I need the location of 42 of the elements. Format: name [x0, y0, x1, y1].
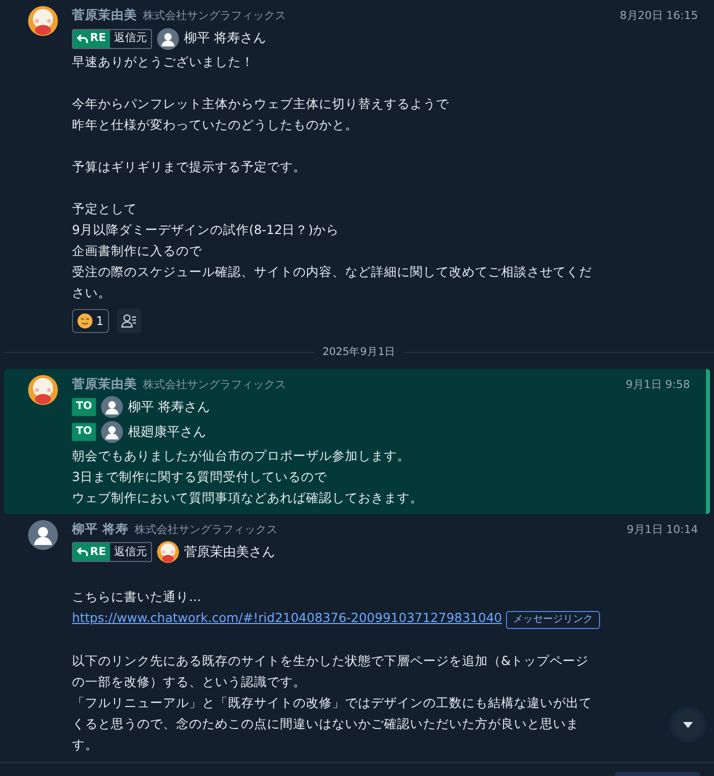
message-text: 予定として 9月以降ダミーデザインの試作(8-12日？)から 企画書制作に入るので 受注の際のスケジュール確認、サイトの内容、など詳細に関して改めてご相談させてくだ さい。 — [72, 200, 592, 302]
message-text: 朝会でもありましたが仙台市のプロポーザル参加します。 3日まで制作に関する質問受付しているので ウェブ制作において質問事項などあれば確認しておきます。 — [72, 446, 423, 507]
avatar-icon — [101, 421, 124, 444]
smiley-icon — [77, 313, 93, 329]
reply-tag[interactable]: RE 返信元 — [72, 542, 152, 562]
read-status-button[interactable] — [116, 309, 141, 333]
date-divider: 2025年9月1日 — [322, 345, 396, 360]
message-text: こちらに書いた通り... — [72, 588, 201, 606]
user-list-icon — [120, 314, 137, 328]
avatar-icon — [101, 396, 124, 418]
reply-arrow-icon — [77, 547, 88, 558]
recipient-name: 根廻康平さん — [128, 424, 206, 442]
sender-name: 菅原茉由美 — [72, 6, 137, 24]
reaction-button[interactable]: 1 — [72, 309, 109, 333]
reply-tag[interactable]: RE 返信元 — [72, 28, 152, 48]
sender-name: 柳平 将寿 — [72, 520, 128, 538]
down-arrow-icon — [682, 721, 694, 729]
avatar-icon — [28, 520, 58, 550]
recipient-name: 柳平 将寿さん — [184, 30, 266, 48]
avatar-icon — [28, 374, 58, 405]
message-text: 早速ありがとうございました！ — [72, 53, 254, 71]
to-tag: TO — [72, 423, 96, 442]
message-link[interactable]: https://www.chatwork.com/#!rid210408376-2009910371279831040 — [72, 610, 502, 625]
recipient-name: 柳平 将寿さん — [128, 398, 210, 416]
message-text: 今年からパンフレット主体からウェブ主体に切り替えするようで 昨年と仕様が変わっていたのどうしたものかと。 — [72, 95, 449, 134]
message-text: 以下のリンク先にある既存のサイトを生かした状態で下層ページを追加（&トップページ の一部を改修）する、という認識です。 「フルリニューアル」と「既存サイトの改修」ではデザインの工数にも結構な違いが出て くると思うので、念のためこの点に間違いはないかご確認いただいた方が良いと思いま す。 — [72, 652, 592, 754]
avatar-icon — [28, 6, 58, 36]
reply-arrow-icon — [77, 34, 88, 44]
avatar-icon — [156, 28, 179, 50]
message-link-button[interactable]: メッセージリンク — [506, 610, 600, 629]
message-text: 予算はギリギリまで提示する予定です。 — [72, 158, 306, 176]
message-time: 8月20日 16:15 — [620, 8, 698, 24]
message-time: 9月1日 10:14 — [626, 522, 698, 538]
sender-name: 菅原茉由美 — [72, 374, 137, 393]
company-name: 株式会社サングラフィックス — [143, 376, 286, 393]
scroll-down-button[interactable] — [670, 707, 706, 743]
avatar-icon — [156, 541, 179, 564]
message-time: 9月1日 9:58 — [626, 376, 690, 393]
recipient-name: 菅原茉由美さん — [184, 544, 275, 562]
company-name: 株式会社サングラフィックス — [143, 8, 286, 24]
company-name: 株式会社サングラフィックス — [134, 522, 278, 538]
to-tag: TO — [72, 398, 96, 416]
